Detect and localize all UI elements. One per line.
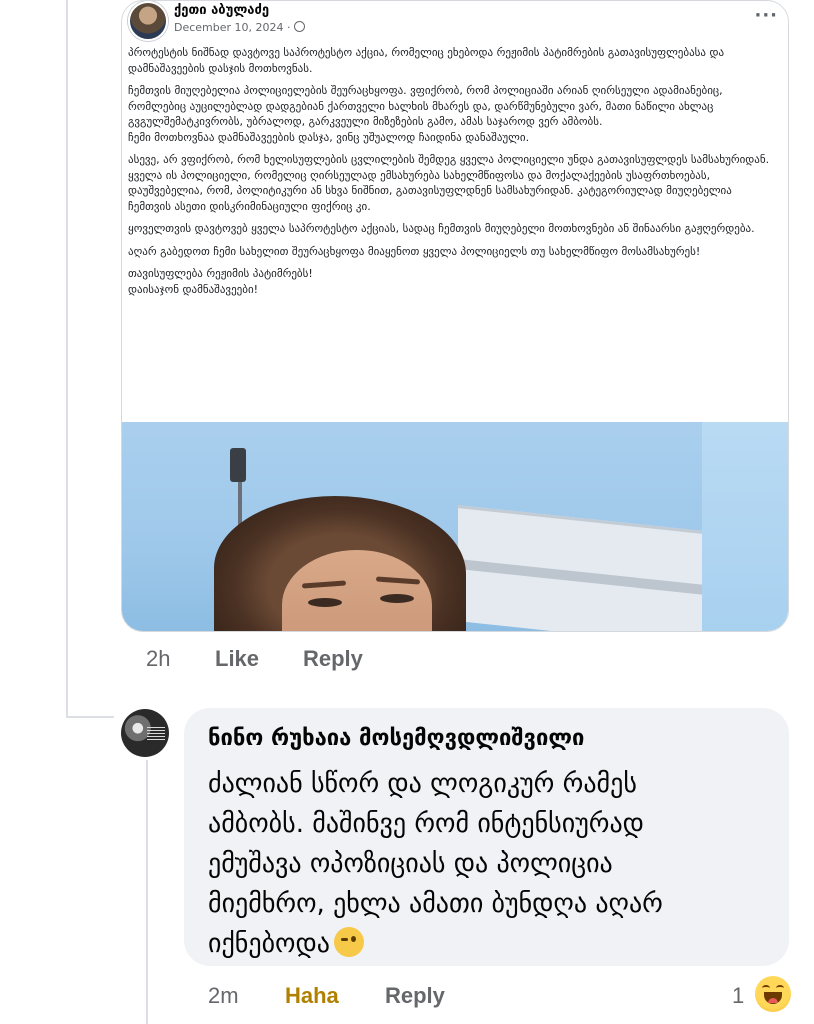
post-paragraph: პროტესტის ნიშნად დავტოვე საპროტესტო აქცი… xyxy=(128,46,725,75)
reply-actions-row: 2h Like Reply xyxy=(0,646,814,676)
globe-icon xyxy=(293,21,305,32)
emoji-tongue xyxy=(768,998,778,1003)
post-paragraph: აღარ გაბედოთ ჩემი სახელით შეურაცხყოფა მი… xyxy=(128,244,701,258)
haha-reaction-button[interactable]: Haha xyxy=(285,983,339,1009)
avatar-text-pattern xyxy=(147,727,165,741)
comment-time: 2m xyxy=(208,983,239,1008)
thread-connector xyxy=(66,716,114,718)
post-date: December 10, 2024 · xyxy=(174,21,305,34)
emoji-eye xyxy=(776,985,784,991)
author-avatar[interactable] xyxy=(128,1,168,41)
wink-emoji-icon xyxy=(333,927,364,957)
post-paragraph: ჩემთვის მიუღებელია პოლიციელების შეურაცხყ… xyxy=(128,84,723,144)
person-eye xyxy=(308,598,342,607)
reply-button[interactable]: Reply xyxy=(303,646,363,672)
comment-text: ძალიან სწორ და ლოგიკურ რამეს ამბობს. მაშ… xyxy=(208,764,728,964)
post-photo[interactable] xyxy=(122,422,788,631)
thread-line xyxy=(66,0,68,718)
comment-reply-button[interactable]: Reply xyxy=(385,983,445,1009)
post-date-text: December 10, 2024 · xyxy=(174,21,291,34)
comment-bubble: ნინო რუხაია მოსემღვდლიშვილი ძალიან სწორ … xyxy=(184,708,789,966)
post-paragraph: ასევე, არ ვფიქრობ, რომ ხელისუფლების ცვლი… xyxy=(128,153,770,213)
commenter-avatar[interactable] xyxy=(121,709,169,757)
post-body-text: პროტესტის ნიშნად დავტოვე საპროტესტო აქცი… xyxy=(128,45,778,304)
post-author-name[interactable]: ქეთი აბულაძე xyxy=(174,3,269,18)
emoji-eye xyxy=(762,985,770,991)
more-horizontal-icon[interactable]: ··· xyxy=(754,5,778,26)
shared-post-card[interactable]: ქეთი აბულაძე December 10, 2024 · ··· პრო… xyxy=(121,0,789,632)
post-paragraph: ყოველთვის დავტოვებ ყველა საპროტესტო აქცი… xyxy=(128,222,755,235)
post-paragraph: თავისუფლება რეჟიმის პატიმრებს! დაისაჯონ … xyxy=(128,267,313,296)
comment-author-name[interactable]: ნინო რუხაია მოსემღვდლიშვილი xyxy=(208,726,584,751)
reply-time: 2h xyxy=(146,646,171,671)
like-button[interactable]: Like xyxy=(215,646,259,672)
person-eye xyxy=(380,594,414,603)
reaction-count[interactable]: 1 xyxy=(732,983,744,1009)
comment-text-body: ძალიან სწორ და ლოგიკურ რამეს ამბობს. მაშ… xyxy=(208,769,663,959)
post-header: ქეთი აბულაძე December 10, 2024 · ··· xyxy=(122,1,788,41)
comment-actions-row: 2m Haha Reply 1 xyxy=(0,983,814,1013)
haha-emoji-icon[interactable] xyxy=(755,976,791,1012)
lamp-head xyxy=(230,448,246,482)
